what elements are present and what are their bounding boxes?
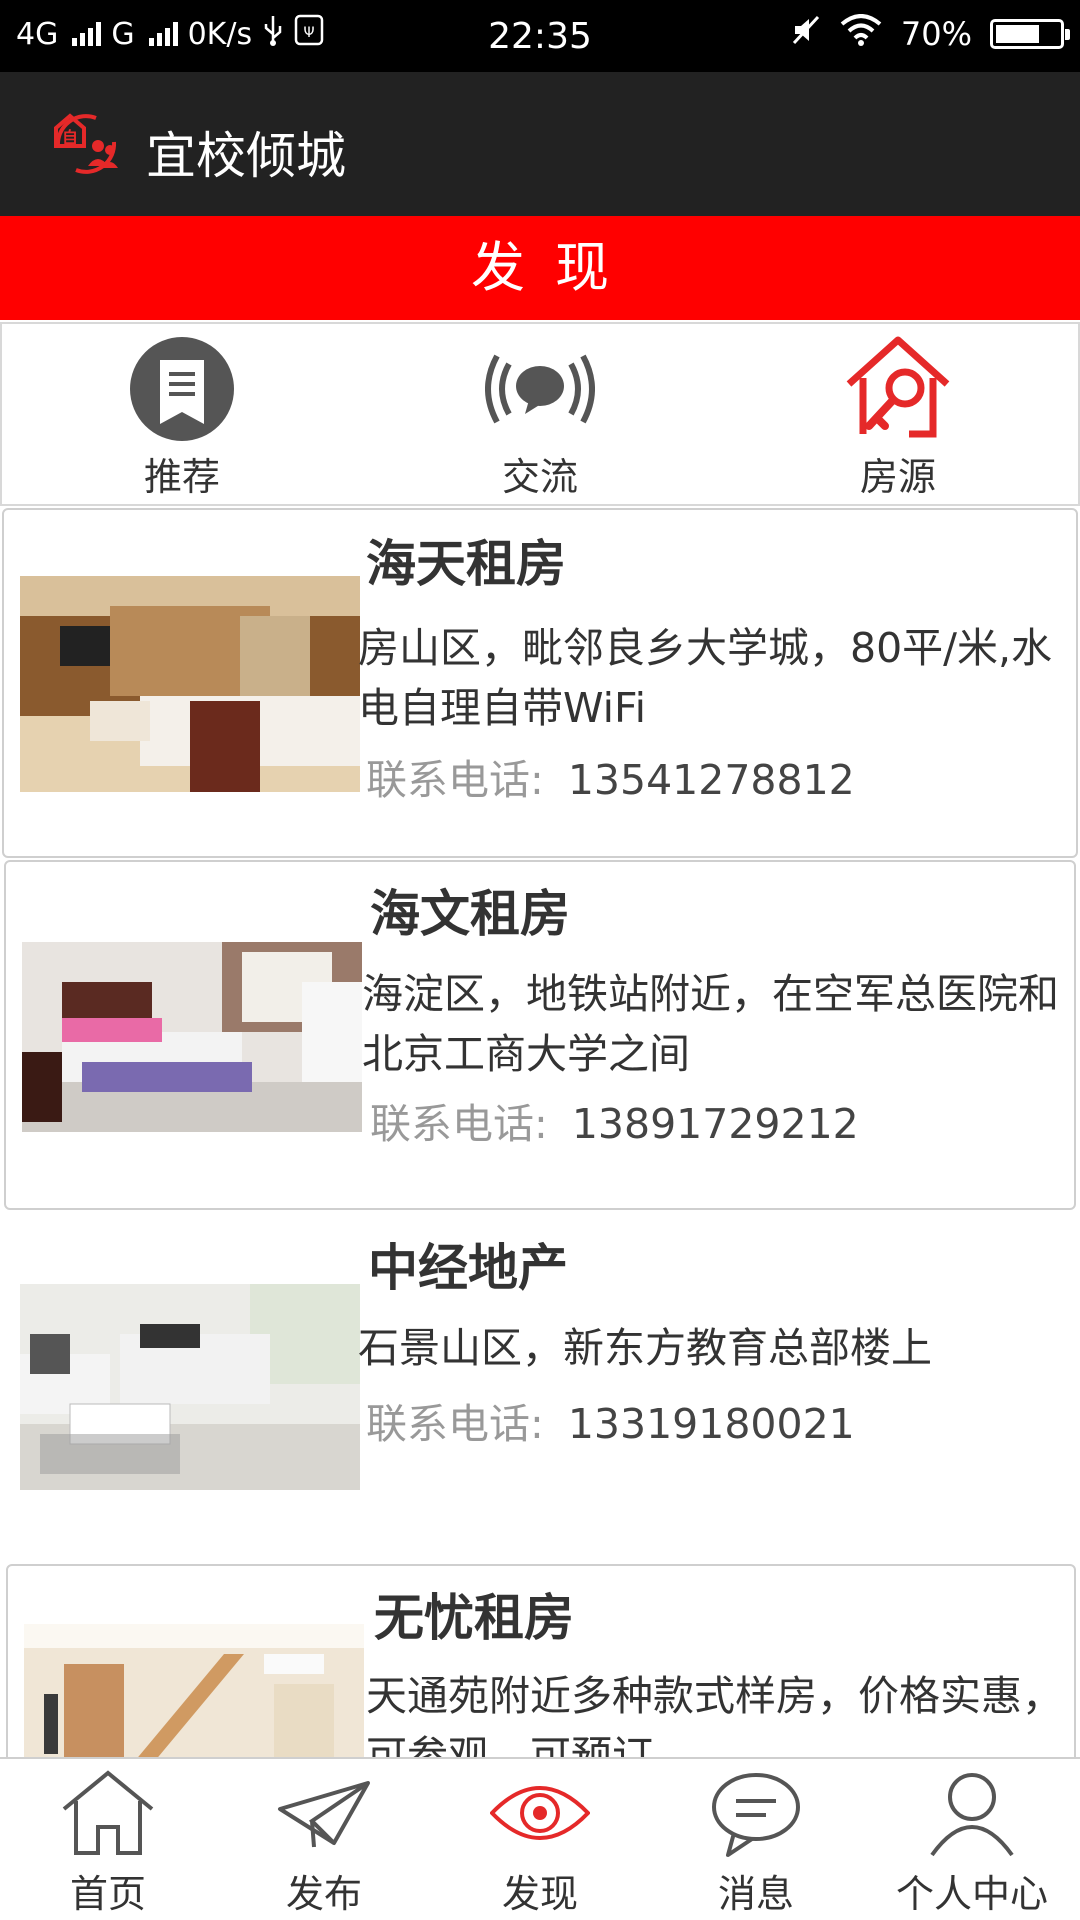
phone-label: 联系电话: — [366, 1400, 544, 1448]
app-bar: 自 宜校倾城 — [0, 72, 1080, 216]
status-bar: 4G G 0K/s Ψ 22:35 70% — [0, 0, 1080, 72]
phone-number[interactable]: 13319180021 — [568, 1400, 855, 1448]
recommend-icon — [130, 337, 234, 441]
listing-card[interactable]: 海天租房 房山区，毗邻良乡大学城，80平/米,水电自理自带WiFi 联系电话: 1… — [2, 508, 1078, 858]
category-recommend[interactable]: 推荐 — [32, 324, 332, 504]
listing-photo — [22, 942, 362, 1132]
nav-label: 个人中心 — [895, 1872, 1048, 1916]
listing-title: 海文租房 — [370, 885, 570, 943]
listing-title: 中经地产 — [368, 1239, 568, 1297]
listing-phone[interactable]: 联系电话: 13319180021 — [366, 1390, 855, 1450]
category-label: 交流 — [501, 455, 578, 499]
mute-icon — [791, 14, 821, 54]
status-right: 70% — [791, 14, 1070, 54]
category-label: 推荐 — [143, 455, 220, 499]
nav-messages[interactable]: 消息 — [648, 1759, 864, 1920]
eye-icon — [490, 1786, 590, 1840]
paper-plane-icon — [278, 1781, 370, 1848]
chat-broadcast-icon — [485, 354, 595, 424]
category-chat[interactable]: 交流 — [390, 324, 690, 504]
user-icon — [930, 1773, 1014, 1857]
house-key-icon — [846, 336, 950, 438]
listing-description: 天通苑附近多种款式样房，价格实惠，可参观，可预订 — [366, 1672, 1063, 1764]
listing-title: 无忧租房 — [374, 1589, 574, 1647]
listing-photo — [24, 1624, 364, 1762]
listing-title: 海天租房 — [366, 535, 566, 593]
home-icon — [62, 1770, 154, 1855]
phone-number[interactable]: 13541278812 — [568, 756, 855, 804]
page-title: 发现 — [0, 216, 1080, 320]
phone-label: 联系电话: — [370, 1100, 548, 1148]
message-icon — [712, 1773, 800, 1857]
nav-label: 发布 — [285, 1872, 362, 1916]
listing-card[interactable]: 无忧租房 天通苑附近多种款式样房，价格实惠，可参观，可预订 — [6, 1564, 1076, 1764]
listing-photo — [20, 1284, 360, 1490]
listing-photo — [20, 576, 360, 792]
battery-percent: 70% — [900, 15, 972, 53]
svg-text:自: 自 — [62, 128, 78, 147]
listing-description: 石景山区，新东方教育总部楼上 — [358, 1324, 932, 1372]
listing-phone[interactable]: 联系电话: 13891729212 — [370, 1090, 859, 1150]
listing-phone[interactable]: 联系电话: 13541278812 — [366, 746, 855, 806]
phone-number[interactable]: 13891729212 — [572, 1100, 859, 1148]
category-housing[interactable]: 房源 — [748, 324, 1048, 504]
nav-home[interactable]: 首页 — [0, 1759, 216, 1920]
wifi-icon — [839, 14, 883, 54]
listing-card[interactable]: 海文租房 海淀区，地铁站附近，在空军总医院和北京工商大学之间 联系电话: 1389… — [4, 860, 1076, 1210]
battery-icon — [990, 19, 1070, 49]
nav-profile[interactable]: 个人中心 — [864, 1759, 1080, 1920]
nav-label: 首页 — [69, 1872, 146, 1916]
category-tabs: 推荐 交流 房源 — [0, 322, 1080, 506]
app-logo-icon: 自 — [54, 113, 118, 174]
bottom-nav: 首页 发布 发现 消息 个人中心 — [0, 1757, 1080, 1920]
category-label: 房源 — [859, 455, 936, 499]
listing-description: 房山区，毗邻良乡大学城，80平/米,水电自理自带WiFi — [358, 624, 1053, 732]
nav-label: 发现 — [501, 1872, 578, 1916]
listing-description: 海淀区，地铁站附近，在空军总医院和北京工商大学之间 — [362, 970, 1059, 1078]
nav-label: 消息 — [717, 1872, 794, 1916]
phone-label: 联系电话: — [366, 756, 544, 804]
nav-discover[interactable]: 发现 — [432, 1759, 648, 1920]
listing-card[interactable]: 中经地产 石景山区，新东方教育总部楼上 联系电话: 13319180021 — [0, 1212, 1080, 1562]
nav-publish[interactable]: 发布 — [216, 1759, 432, 1920]
app-title: 宜校倾城 — [146, 127, 346, 185]
